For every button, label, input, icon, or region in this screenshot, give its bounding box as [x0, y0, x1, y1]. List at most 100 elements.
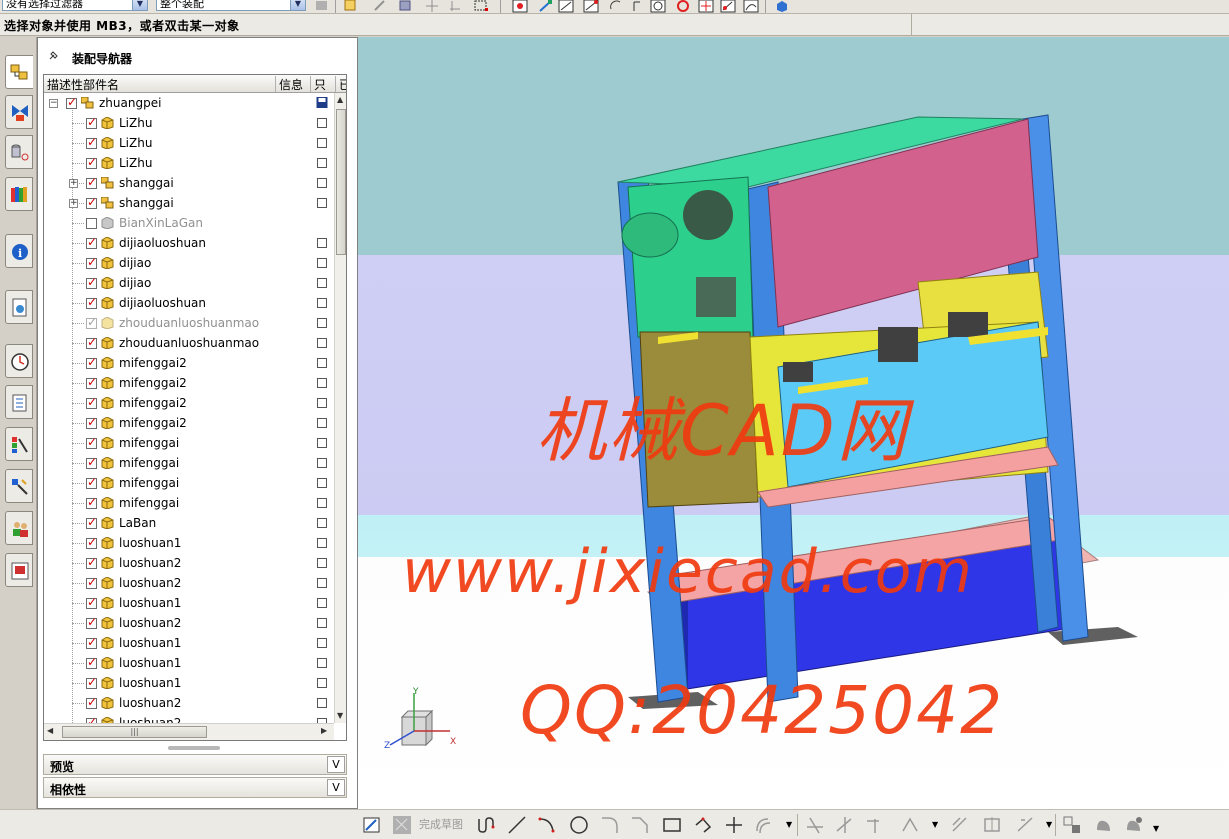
visibility-checkbox[interactable] — [86, 315, 97, 329]
visibility-checkbox[interactable] — [86, 235, 97, 249]
tree-row[interactable]: BianXinLaGan — [44, 213, 334, 233]
line-icon[interactable] — [507, 815, 527, 835]
chevron-down-icon[interactable]: ▼ — [1046, 820, 1052, 829]
scroll-down-icon[interactable]: ▼ — [337, 711, 343, 720]
tab-history[interactable] — [5, 344, 33, 378]
visibility-checkbox[interactable] — [86, 295, 97, 309]
visibility-checkbox[interactable] — [86, 375, 97, 389]
view-cube-icon[interactable] — [774, 0, 790, 13]
line-point-icon[interactable] — [583, 0, 599, 13]
visibility-checkbox[interactable] — [86, 275, 97, 289]
infer-settings-icon[interactable] — [1124, 815, 1144, 835]
visibility-checkbox[interactable] — [86, 635, 97, 649]
rectangle-icon[interactable] — [662, 815, 682, 835]
tab-process-studio[interactable] — [5, 427, 33, 461]
visibility-checkbox[interactable] — [86, 475, 97, 489]
select-box-icon[interactable] — [473, 0, 489, 13]
visibility-checkbox[interactable] — [86, 575, 97, 589]
point-icon[interactable] — [724, 815, 744, 835]
tree-row[interactable]: luoshuan2 — [44, 613, 334, 633]
visibility-checkbox[interactable] — [86, 355, 97, 369]
geometric-constraints-icon[interactable] — [950, 815, 970, 835]
show-constraints-icon[interactable] — [982, 815, 1002, 835]
tab-manufacturing-wizards[interactable] — [5, 469, 33, 503]
auto-constrain-icon[interactable] — [1015, 815, 1035, 835]
finish-sketch-label[interactable]: 完成草图 — [419, 816, 463, 832]
chamfer-icon[interactable] — [630, 815, 650, 835]
visibility-checkbox[interactable] — [86, 135, 97, 149]
midpoint-icon[interactable] — [558, 0, 574, 13]
chevron-down-icon[interactable]: V — [327, 756, 345, 773]
visibility-checkbox[interactable] — [86, 515, 97, 529]
tab-system-materials[interactable] — [5, 385, 33, 419]
move-icon[interactable] — [448, 0, 464, 13]
visibility-checkbox[interactable] — [86, 435, 97, 449]
cube-icon[interactable] — [397, 0, 413, 13]
visibility-checkbox[interactable] — [86, 415, 97, 429]
finish-sketch-icon[interactable] — [392, 815, 412, 835]
tree-row[interactable]: mifenggai2 — [44, 353, 334, 373]
graphics-window[interactable]: 机械CAD网 www.jixiecad.com QQ:20425042 Y X … — [358, 37, 1229, 809]
point-on-curve-icon[interactable] — [743, 0, 759, 13]
tab-system-scenes[interactable] — [5, 553, 33, 587]
tree-row[interactable]: luoshuan1 — [44, 633, 334, 653]
tree-row[interactable]: mifenggai2 — [44, 393, 334, 413]
tab-constraint-navigator[interactable] — [5, 95, 33, 129]
tree-row[interactable]: luoshuan2 — [44, 573, 334, 593]
chevron-down-icon[interactable]: ▼ — [290, 0, 305, 10]
visibility-checkbox[interactable] — [86, 495, 97, 509]
tree-row[interactable]: dijiao — [44, 273, 334, 293]
intersection-icon[interactable] — [698, 0, 714, 13]
tree-row[interactable]: LaBan — [44, 513, 334, 533]
tangent-point-icon[interactable] — [675, 0, 691, 13]
column-header-info[interactable]: 信息 — [276, 76, 311, 92]
fillet-icon[interactable] — [600, 815, 620, 835]
tree-row[interactable]: LiZhu — [44, 133, 334, 153]
tree-row[interactable]: zhouduanluoshuanmao — [44, 333, 334, 353]
tree-root-row[interactable]: − zhuangpei — [44, 93, 334, 113]
horizontal-scrollbar[interactable]: ◀ ||| ▶ — [44, 723, 334, 740]
pin-icon[interactable] — [48, 49, 60, 61]
visibility-checkbox[interactable] — [86, 695, 97, 709]
tree-row[interactable]: dijiao — [44, 253, 334, 273]
tree-row[interactable]: mifenggai — [44, 433, 334, 453]
section-dependencies[interactable]: 相依性 V — [43, 777, 347, 798]
tree-row[interactable]: mifenggai — [44, 453, 334, 473]
tab-hd3d-tools[interactable]: i — [5, 234, 33, 268]
filter-icon[interactable] — [314, 0, 330, 13]
tree-row[interactable]: luoshuan1 — [44, 673, 334, 693]
tree-row[interactable]: mifenggai2 — [44, 413, 334, 433]
chevron-down-icon[interactable]: ▼ — [1153, 824, 1159, 833]
offset-curve-icon[interactable] — [754, 815, 774, 835]
chevron-down-icon[interactable]: V — [327, 779, 345, 796]
tree-row[interactable]: mifenggai2 — [44, 373, 334, 393]
snap-point-icon[interactable] — [512, 0, 528, 13]
tree-row[interactable]: luoshuan1 — [44, 653, 334, 673]
assembly-scope-dropdown[interactable]: 整个装配 ▼ — [156, 0, 306, 11]
tree-row[interactable]: luoshuan1 — [44, 593, 334, 613]
tree-row[interactable]: mifenggai — [44, 493, 334, 513]
alternate-solution-icon[interactable] — [1094, 815, 1114, 835]
tree-row[interactable]: luoshuan2 — [44, 693, 334, 713]
visibility-checkbox[interactable] — [86, 335, 97, 349]
tab-reuse-library[interactable] — [5, 177, 33, 211]
scroll-right-icon[interactable]: ▶ — [321, 726, 327, 735]
polygon-icon[interactable] — [694, 815, 714, 835]
visibility-checkbox[interactable] — [86, 115, 97, 129]
constraint-dimension-icon[interactable] — [900, 815, 920, 835]
visibility-checkbox[interactable] — [86, 615, 97, 629]
visibility-checkbox[interactable] — [86, 175, 97, 189]
tree-row[interactable]: + shanggai — [44, 193, 334, 213]
tree-row[interactable]: + shanggai — [44, 173, 334, 193]
collapse-icon[interactable]: − — [49, 99, 58, 108]
vertical-scroll-thumb[interactable] — [336, 109, 346, 255]
quadrant-icon[interactable] — [630, 0, 646, 13]
chevron-down-icon[interactable]: ▼ — [132, 0, 147, 10]
visibility-checkbox[interactable] — [66, 95, 77, 109]
panel-splitter[interactable] — [168, 746, 220, 750]
tab-part-navigator[interactable] — [5, 135, 33, 169]
tab-assembly-navigator[interactable] — [5, 55, 33, 89]
endpoint-icon[interactable] — [538, 0, 554, 13]
expand-icon[interactable]: + — [69, 199, 78, 208]
chevron-down-icon[interactable]: ▼ — [786, 820, 792, 829]
